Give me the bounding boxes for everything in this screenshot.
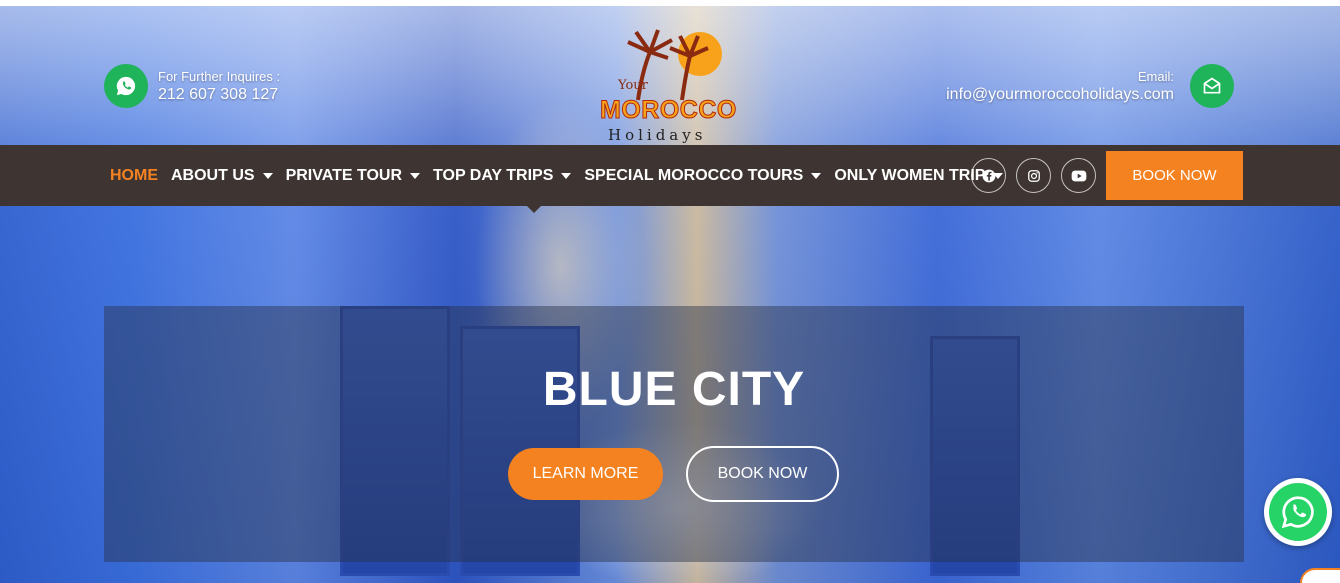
nav-item-home[interactable]: HOME bbox=[110, 167, 158, 185]
nav-item-label: ONLY WOMEN TRIP bbox=[834, 166, 986, 184]
phone-text: For Further Inquires : 212 607 308 127 bbox=[158, 69, 280, 104]
phone-number[interactable]: 212 607 308 127 bbox=[158, 86, 280, 104]
nav-item-special-morocco-tours[interactable]: SPECIAL MOROCCO TOURS bbox=[584, 166, 822, 185]
chevron-down-icon bbox=[262, 172, 273, 179]
facebook-icon[interactable] bbox=[971, 158, 1006, 193]
chevron-down-icon bbox=[410, 172, 421, 179]
chevron-down-icon bbox=[561, 172, 572, 179]
phone-label: For Further Inquires : bbox=[158, 68, 281, 84]
site-logo[interactable]: Your MOROCCO Holidays bbox=[598, 22, 750, 148]
hero-title: BLUE CITY bbox=[542, 363, 806, 416]
chat-bubble-corner[interactable] bbox=[1300, 568, 1340, 583]
email-label: Email: bbox=[1137, 68, 1174, 84]
nav-notch bbox=[527, 206, 541, 213]
page: For Further Inquires : 212 607 308 127 Y… bbox=[0, 0, 1340, 583]
logo-top-word: Your bbox=[618, 78, 648, 93]
nav-item-label: HOME bbox=[110, 166, 158, 184]
nav-menu: HOME ABOUT US PRIVATE TOUR TOP DAY TRIPS… bbox=[110, 145, 1016, 206]
youtube-icon[interactable] bbox=[1061, 158, 1096, 193]
learn-more-button[interactable]: LEARN MORE bbox=[508, 448, 663, 500]
whatsapp-float-button[interactable] bbox=[1264, 478, 1332, 546]
nav-item-private-tour[interactable]: PRIVATE TOUR bbox=[285, 166, 421, 185]
whatsapp-icon[interactable] bbox=[104, 64, 148, 108]
book-now-hero-button[interactable]: BOOK NOW bbox=[686, 446, 839, 502]
phone-contact[interactable]: For Further Inquires : 212 607 308 127 bbox=[104, 64, 280, 108]
chevron-down-icon bbox=[811, 172, 822, 179]
email-address[interactable]: info@yourmoroccoholidays.com bbox=[946, 86, 1174, 104]
book-now-nav-button[interactable]: BOOK NOW bbox=[1106, 151, 1243, 200]
social-links bbox=[971, 158, 1106, 193]
logo-main-word: MOROCCO bbox=[600, 96, 737, 125]
nav-item-top-day-trips[interactable]: TOP DAY TRIPS bbox=[433, 166, 572, 185]
whatsapp-icon bbox=[1269, 483, 1327, 541]
email-text: Email: info@yourmoroccoholidays.com bbox=[946, 69, 1174, 104]
logo-sub-word: Holidays bbox=[608, 126, 707, 144]
nav-item-label: ABOUT US bbox=[171, 166, 255, 184]
main-navigation: HOME ABOUT US PRIVATE TOUR TOP DAY TRIPS… bbox=[0, 145, 1340, 206]
nav-item-label: TOP DAY TRIPS bbox=[433, 166, 554, 184]
mail-icon[interactable] bbox=[1190, 64, 1234, 108]
nav-item-about-us[interactable]: ABOUT US bbox=[171, 167, 273, 185]
site-header: For Further Inquires : 212 607 308 127 Y… bbox=[0, 6, 1340, 145]
nav-item-label: SPECIAL MOROCCO TOURS bbox=[584, 166, 804, 184]
nav-item-label: PRIVATE TOUR bbox=[285, 166, 403, 184]
hero-caption-box: BLUE CITY LEARN MORE BOOK NOW bbox=[104, 306, 1244, 562]
email-contact[interactable]: Email: info@yourmoroccoholidays.com bbox=[946, 64, 1234, 108]
instagram-icon[interactable] bbox=[1016, 158, 1051, 193]
